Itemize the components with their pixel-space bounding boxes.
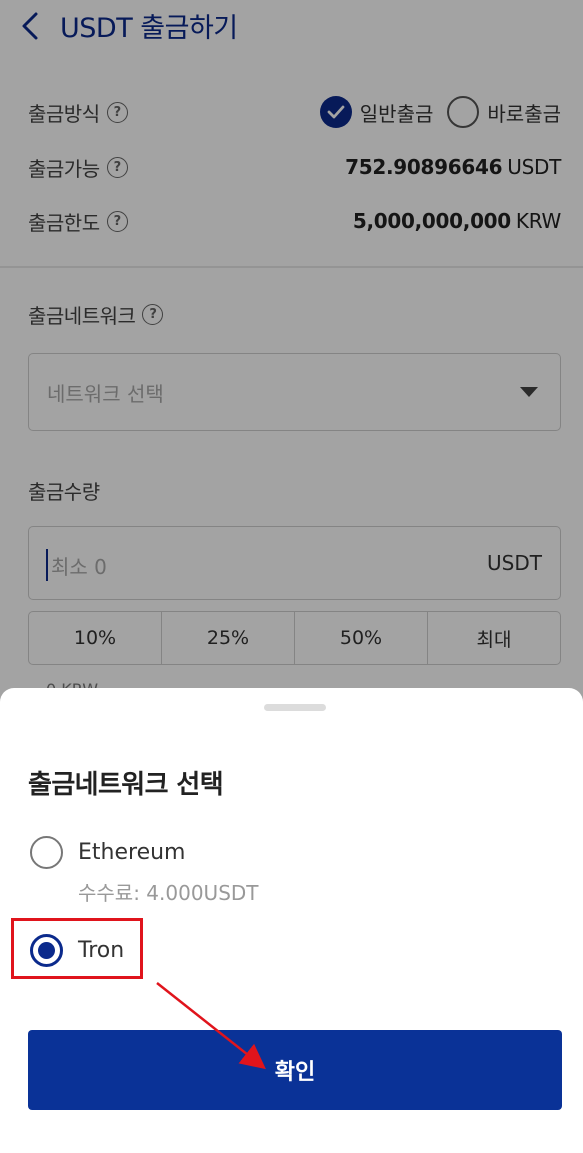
highlight-box xyxy=(11,918,143,979)
sheet-title: 출금네트워크 선택 xyxy=(28,770,224,800)
network-option-name: Ethereum xyxy=(78,840,186,865)
network-bottom-sheet: 출금네트워크 선택 Ethereum 수수료: 4.000USDT Tron 확… xyxy=(0,688,583,1153)
network-option-ethereum[interactable]: Ethereum xyxy=(30,836,185,869)
radio-empty-icon xyxy=(30,836,63,869)
sheet-handle[interactable] xyxy=(264,704,326,711)
network-fee: 수수료: 4.000USDT xyxy=(78,881,259,905)
withdraw-page: USDT 출금하기 출금방식 ? 일반출금 바로출금 출금가능 ? 752.90… xyxy=(0,0,583,1153)
confirm-button[interactable]: 확인 xyxy=(28,1030,562,1110)
